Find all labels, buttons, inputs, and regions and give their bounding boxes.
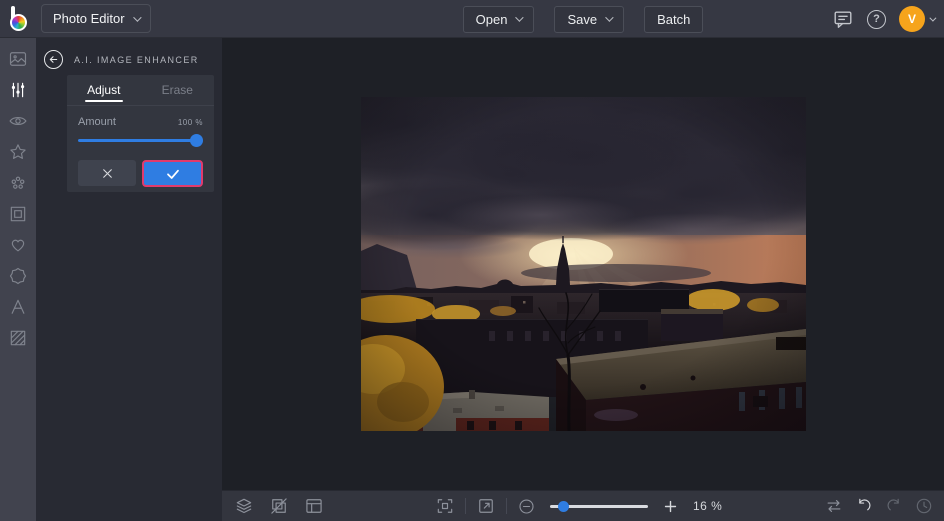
app-menu-label: Photo Editor: [53, 11, 125, 26]
sidebar-item-effects[interactable]: [0, 136, 36, 167]
sidebar-item-graphics[interactable]: [0, 260, 36, 291]
compare-icon[interactable]: [824, 496, 844, 516]
image-edit-icon: [9, 51, 27, 66]
top-bar: Photo Editor Open Save Batch ? V: [0, 0, 944, 38]
enhancer-controls-box: Adjust Erase Amount 100 %: [67, 75, 214, 192]
text-icon: [11, 299, 25, 314]
chevron-down-icon: [605, 13, 614, 22]
enhancer-tabs: Adjust Erase: [67, 75, 214, 106]
apply-button[interactable]: [142, 160, 203, 187]
sidebar-item-overlays[interactable]: [0, 229, 36, 260]
zoom-level-value: 16 %: [693, 499, 723, 513]
artsy-icon: [11, 176, 25, 189]
toolbar-left-group: [234, 491, 324, 521]
overlays-heart-icon: [11, 239, 25, 251]
panel-actions: [67, 160, 214, 187]
chevron-down-icon: [132, 12, 142, 22]
help-icon[interactable]: ?: [867, 9, 886, 29]
zoom-slider-knob[interactable]: [557, 500, 569, 512]
topbar-right-group: ? V: [832, 0, 937, 38]
transform-icon[interactable]: [269, 496, 289, 516]
back-button[interactable]: [44, 50, 63, 69]
divider: [465, 498, 466, 514]
layers-icon[interactable]: [234, 496, 254, 516]
panel-header: A.I. IMAGE ENHANCER: [36, 38, 222, 69]
amount-row: Amount 100 %: [67, 116, 214, 128]
sidebar-item-adjust[interactable]: [0, 74, 36, 105]
sidebar-item-textures[interactable]: [0, 322, 36, 353]
amount-slider[interactable]: [78, 134, 203, 147]
sidebar-item-text[interactable]: [0, 291, 36, 322]
x-icon: [102, 168, 112, 178]
amount-slider-fill: [78, 139, 203, 142]
adjust-sliders-icon: [11, 82, 25, 97]
zoom-in-icon[interactable]: [662, 498, 679, 515]
amount-value: 100 %: [177, 118, 203, 127]
zoom-slider[interactable]: [550, 500, 648, 512]
toolbar-right-group: [824, 491, 934, 521]
sidebar-item-frames[interactable]: [0, 198, 36, 229]
canvas-icon[interactable]: [304, 496, 324, 516]
tab-adjust[interactable]: Adjust: [67, 75, 141, 105]
befunky-logo-icon[interactable]: [8, 5, 32, 33]
account-menu[interactable]: V: [899, 6, 937, 32]
fullscreen-icon[interactable]: [476, 496, 496, 516]
bottom-toolbar: 16 %: [222, 490, 944, 521]
redo-icon[interactable]: [884, 496, 904, 516]
tool-sidebar: [0, 38, 36, 521]
batch-button[interactable]: Batch: [644, 5, 704, 33]
canvas-area: [222, 38, 944, 490]
photo-image: [360, 97, 806, 431]
touchup-eye-icon: [9, 116, 27, 125]
divider: [506, 498, 507, 514]
frames-icon: [10, 206, 26, 221]
batch-button-label: Batch: [657, 11, 691, 27]
sidebar-item-touchup[interactable]: [0, 105, 36, 136]
fit-screen-icon[interactable]: [435, 496, 455, 516]
photo-canvas[interactable]: [360, 97, 806, 431]
open-button-label: Open: [475, 11, 508, 27]
cancel-button[interactable]: [78, 160, 136, 186]
panel-title: A.I. IMAGE ENHANCER: [74, 54, 199, 65]
graphics-badge-icon: [9, 267, 27, 284]
toolbar-center-group: 16 %: [435, 491, 722, 521]
ai-image-enhancer-panel: A.I. IMAGE ENHANCER Adjust Erase Amount …: [36, 38, 222, 521]
amount-label: Amount: [78, 116, 116, 128]
app-switcher-menu[interactable]: Photo Editor: [41, 4, 151, 33]
feedback-chat-icon[interactable]: [832, 8, 854, 30]
tab-erase[interactable]: Erase: [141, 75, 215, 105]
avatar: V: [899, 6, 925, 32]
chevron-down-icon: [515, 13, 525, 22]
effects-star-icon: [10, 143, 26, 159]
sidebar-item-artsy[interactable]: [0, 167, 36, 198]
open-button[interactable]: Open: [462, 5, 535, 33]
save-button-label: Save: [567, 11, 598, 27]
checkmark-icon: [166, 169, 179, 179]
arrow-left-icon: [49, 56, 58, 63]
save-button[interactable]: Save: [554, 5, 625, 33]
zoom-out-icon[interactable]: [517, 497, 536, 516]
history-icon[interactable]: [914, 496, 934, 516]
amount-slider-knob[interactable]: [190, 134, 203, 147]
undo-icon[interactable]: [854, 496, 874, 516]
textures-icon: [10, 330, 26, 345]
sidebar-item-edit[interactable]: [0, 43, 36, 74]
